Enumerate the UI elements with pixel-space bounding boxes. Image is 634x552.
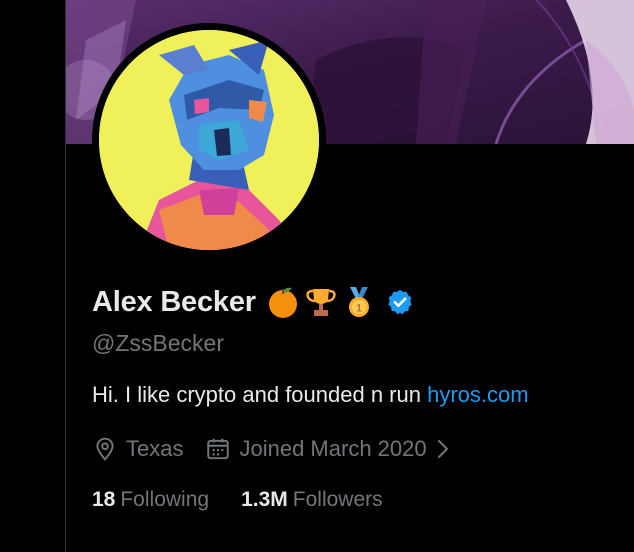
following-label: Following: [120, 488, 210, 511]
profile-meta-row: Texas Joined March 2020: [92, 433, 459, 465]
bio-link[interactable]: hyros.com: [427, 382, 528, 407]
followers-label: Followers: [292, 488, 383, 511]
verified-badge-icon[interactable]: [386, 288, 414, 316]
orange-icon: [268, 287, 297, 318]
display-name: Alex Becker: [92, 285, 256, 318]
joined-text: Joined March 2020: [239, 436, 427, 461]
followers-count: 1.3M: [241, 488, 288, 511]
calendar-icon: [207, 438, 230, 460]
profile-bio: Hi. I like crypto and founded n run hyro…: [92, 382, 529, 408]
emoji-badges: 1: [266, 285, 380, 319]
medal-icon: 1: [348, 287, 369, 317]
bio-text: Hi. I like crypto and founded n run: [92, 382, 428, 407]
svg-text:1: 1: [356, 303, 362, 315]
location-text: Texas: [126, 436, 184, 461]
following-count: 18: [92, 488, 116, 511]
profile-stats: 18 Following 1.3M Followers: [92, 488, 383, 512]
chevron-right-icon[interactable]: [435, 438, 451, 460]
trophy-icon: [306, 289, 336, 316]
location-pin-icon: [96, 437, 114, 461]
profile-handle: @ZssBecker: [92, 330, 224, 356]
name-row: Alex Becker 1: [92, 282, 414, 322]
profile-avatar[interactable]: [92, 23, 326, 257]
joined-item: Joined March 2020: [205, 436, 458, 462]
following-link[interactable]: 18 Following: [92, 488, 209, 512]
followers-link[interactable]: 1.3M Followers: [241, 488, 383, 512]
location-item: Texas: [92, 436, 183, 462]
avatar-image: [99, 30, 319, 250]
